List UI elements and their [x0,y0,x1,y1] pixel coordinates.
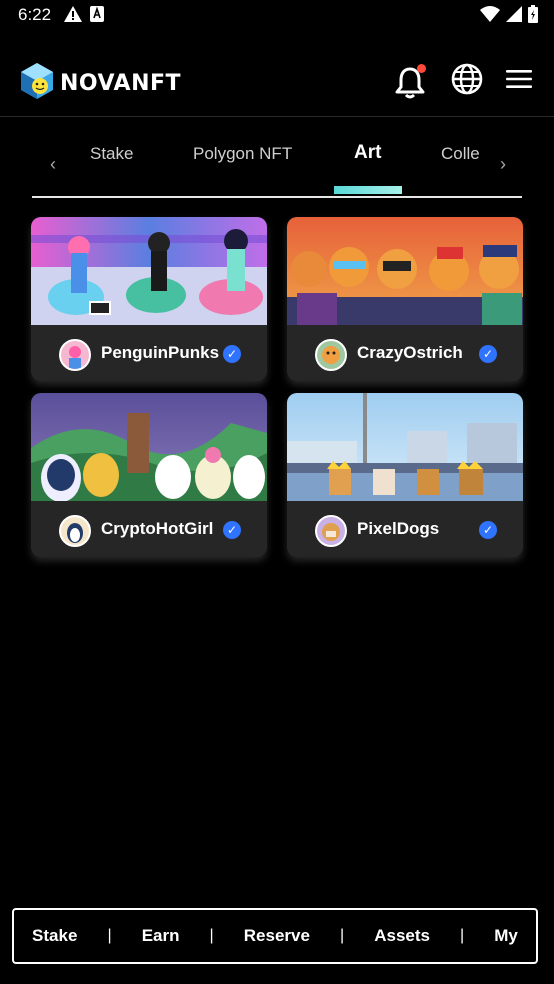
collection-name: CryptoHotGirl [101,519,214,538]
logo-cube-icon [20,62,54,105]
collection-card[interactable]: CrazyOstrich ✓ [287,217,523,381]
collection-avatar [59,515,91,547]
collection-card[interactable]: CryptoHotGirl ✓ [31,393,267,557]
category-tabs: ‹ Stake Polygon NFT Art Colle › [32,128,522,198]
logo[interactable]: NOVANFT [20,62,181,105]
collection-name: PixelDogs [357,519,440,538]
notification-dot [417,63,426,73]
verified-badge-icon: ✓ [223,521,241,539]
collection-name: PenguinPunks [101,343,220,362]
status-time: 6:22 [18,5,52,24]
nav-separator: | [460,927,465,944]
active-tab-indicator [334,186,402,194]
collection-card[interactable]: PixelDogs ✓ [287,393,523,557]
tab-polygon-nft[interactable]: Polygon NFT [193,144,292,164]
logo-text: NOVANFT [60,71,182,96]
nav-my[interactable]: My [488,926,524,946]
chevron-right-icon[interactable]: › [494,154,512,175]
collection-avatar [315,339,347,371]
collection-avatar [315,515,347,547]
nav-earn[interactable]: Earn [136,926,186,946]
collection-banner-image [287,217,523,325]
collection-banner-image [31,393,267,501]
wifi-icon [480,6,500,27]
nav-separator: | [209,927,214,944]
collection-name: CrazyOstrich [357,343,463,362]
collection-avatar [59,339,91,371]
notifications-button[interactable] [392,63,428,100]
notification-app-icon [90,6,104,27]
verified-badge-icon: ✓ [479,521,497,539]
nav-separator: | [107,927,112,944]
nav-assets[interactable]: Assets [368,926,436,946]
app-header: NOVANFT [0,50,554,117]
tab-art[interactable]: Art [354,142,381,164]
warning-icon [64,6,82,27]
menu-icon[interactable] [506,69,532,94]
battery-icon [528,5,538,28]
collection-banner-image [287,393,523,501]
tab-stake[interactable]: Stake [90,144,133,164]
verified-badge-icon: ✓ [223,345,241,363]
signal-icon [506,6,522,27]
verified-badge-icon: ✓ [479,345,497,363]
nav-reserve[interactable]: Reserve [238,926,316,946]
globe-icon[interactable] [450,62,484,101]
status-bar: 6:22 [0,0,554,32]
tab-collectibles[interactable]: Colle [441,144,480,164]
bell-icon [392,67,428,104]
bottom-nav: Stake | Earn | Reserve | Assets | My [12,908,538,964]
collection-banner-image [31,217,267,325]
nav-stake[interactable]: Stake [26,926,83,946]
nav-separator: | [340,927,345,944]
collection-card[interactable]: PenguinPunks ✓ [31,217,267,381]
